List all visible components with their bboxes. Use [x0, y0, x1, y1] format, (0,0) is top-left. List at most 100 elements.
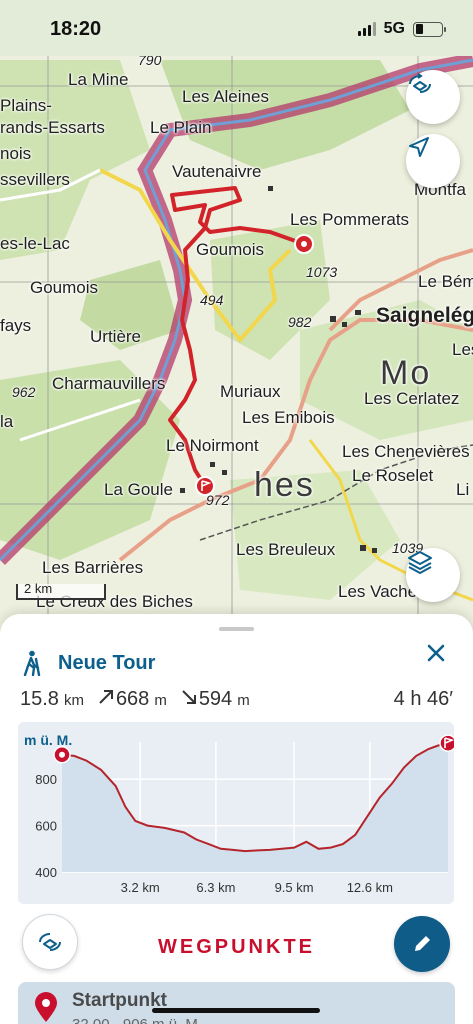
map-label: Saignelég: [376, 304, 473, 327]
edit-button[interactable]: [394, 916, 450, 972]
tour-header: Neue Tour: [20, 650, 155, 676]
topographic-map[interactable]: La Mine 790 Les Aleines Plains- rands-Es…: [0, 0, 473, 640]
battery-icon: [413, 21, 446, 37]
hiker-icon: [23, 650, 41, 676]
map-label: Charmauvillers: [52, 374, 166, 393]
map-label: Plains-: [0, 96, 52, 115]
map-label: rands-Essarts: [0, 118, 105, 137]
waypoints-toolbar: WEGPUNKTE: [0, 914, 473, 980]
app-screen: { "status_bar": {"time": "18:20", "netwo…: [0, 0, 473, 1024]
home-indicator[interactable]: [152, 1008, 320, 1013]
ascent-arrow-icon: [99, 690, 113, 704]
status-time: 18:20: [50, 18, 102, 40]
map-label: fays: [0, 316, 32, 335]
map-label: La Goule: [104, 480, 173, 499]
tour-title: Neue Tour: [58, 651, 156, 674]
start-pin-icon: [294, 234, 314, 254]
rotate-3d-button[interactable]: [406, 70, 460, 124]
map-label: Les Breuleux: [236, 540, 336, 559]
map-label: Mo: [380, 354, 432, 392]
map-label: Les Chenevières: [342, 442, 470, 461]
close-button[interactable]: [421, 638, 451, 668]
map-label: Les Cerlatez: [364, 389, 460, 408]
location-pin-icon: [35, 992, 57, 1022]
distance-unit: km: [63, 692, 84, 709]
map-label: Li: [456, 480, 470, 499]
map-label: ssevillers: [0, 170, 70, 189]
distance-stat: 15.8 km: [20, 688, 84, 711]
duration-value: 4 h 46′: [393, 688, 453, 710]
y-axis-unit-label: m ü. M.: [24, 732, 72, 748]
map-label: nois: [0, 144, 32, 163]
map-label: La Mine: [68, 70, 129, 89]
close-icon: [427, 644, 445, 662]
descent-arrow-icon: [182, 690, 196, 704]
building-marker: [210, 462, 215, 467]
building-marker: [330, 316, 336, 322]
layers-icon: [408, 551, 432, 574]
map-label: Les: [452, 340, 473, 359]
map-label: 962: [12, 384, 36, 400]
map-label: Urtière: [90, 327, 142, 346]
building-marker: [372, 548, 377, 553]
ascent-unit: m: [154, 692, 167, 709]
ascent-value: 668: [115, 688, 150, 710]
elevation-profile-chart[interactable]: m ü. M. 800 600 400 3.2 km 6.3 km 9.5 km 12.6 …: [18, 722, 454, 904]
y-tick-label: 800: [35, 772, 57, 787]
map-label: 972: [206, 492, 230, 508]
map-label: Les Barrières: [42, 558, 144, 577]
building-marker: [268, 186, 273, 191]
map-label: Goumois: [196, 240, 265, 259]
profile-start-pin-icon: [53, 746, 71, 764]
map-label: Les Pommerats: [290, 210, 410, 229]
descent-value: 594: [198, 688, 233, 710]
map-scale-bar: 2 km: [16, 581, 106, 600]
y-tick-label: 600: [35, 819, 57, 834]
map-label: Les Aleines: [182, 87, 269, 106]
map-label: Le Roselet: [352, 466, 434, 485]
sheet-grab-handle[interactable]: [219, 627, 254, 631]
tour-bottom-sheet: Neue Tour 15.8 km 668 m 594 m 4 h 46′ m …: [0, 614, 473, 1024]
map-label: 494: [200, 292, 224, 308]
elevation-profile-svg: m ü. M. 800 600 400 3.2 km 6.3 km 9.5 km 12.6 …: [24, 732, 454, 895]
y-tick-label: 400: [35, 865, 57, 880]
ascent-stat: 668 m: [98, 688, 167, 711]
profile-end-flag-icon: [439, 734, 454, 752]
rotate-3d-icon: [409, 73, 431, 93]
map-label: Les Vache: [338, 582, 418, 601]
map-label: 1073: [306, 264, 338, 280]
x-tick-label: 6.3 km: [196, 880, 235, 895]
building-marker: [222, 470, 227, 475]
building-marker: [180, 488, 185, 493]
descent-unit: m: [237, 692, 250, 709]
x-tick-label: 3.2 km: [121, 880, 160, 895]
map-label: Le Plain: [150, 118, 212, 137]
descent-stat: 594 m: [181, 688, 250, 711]
cellular-signal-icon: [357, 22, 376, 36]
x-tick-label: 12.6 km: [347, 880, 393, 895]
map-label: Vautenaivre: [172, 162, 262, 181]
map-label: Les Emibois: [242, 408, 335, 427]
distance-value: 15.8: [20, 688, 59, 710]
status-bar: 18:20 5G: [0, 0, 473, 56]
building-marker: [355, 310, 361, 315]
map-label: Le Bém: [418, 272, 473, 291]
map-label: Goumois: [30, 278, 99, 297]
start-waypoint-card[interactable]: Startpunkt 32.00 · 906 m ü. M.: [18, 982, 455, 1024]
x-tick-label: 9.5 km: [275, 880, 314, 895]
network-type: 5G: [383, 20, 405, 37]
map-label: hes: [254, 466, 315, 504]
elevation-area: [62, 743, 448, 872]
map-label: Le Noirmont: [166, 436, 259, 455]
pencil-icon: [415, 936, 430, 951]
start-waypoint-detail: 32.00 · 906 m ü. M.: [72, 1016, 202, 1024]
tour-stats: 15.8 km 668 m 594 m 4 h 46′: [20, 688, 453, 711]
locate-button[interactable]: [406, 134, 460, 188]
navigation-arrow-icon: [409, 137, 429, 157]
map-label: la: [0, 412, 14, 431]
layers-button[interactable]: [406, 548, 460, 602]
map-label: Muriaux: [220, 382, 281, 401]
building-marker: [342, 322, 347, 327]
building-marker: [360, 545, 366, 551]
map-label: es-le-Lac: [0, 234, 70, 253]
